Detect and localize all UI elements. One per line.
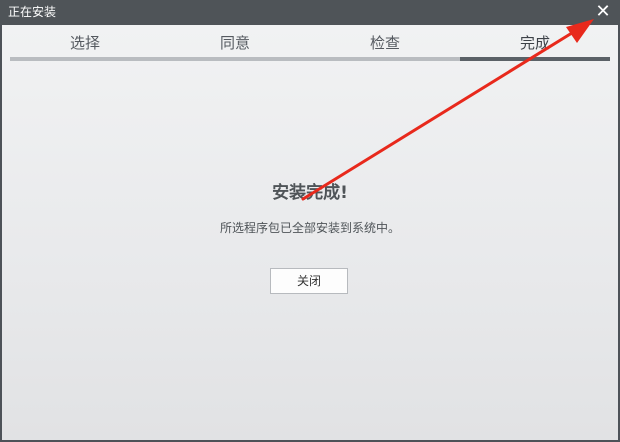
step-check: 检查	[310, 25, 460, 61]
step-complete: 完成	[460, 25, 610, 61]
close-icon[interactable]: ✕	[593, 2, 613, 22]
step-progress-bar	[160, 57, 310, 61]
step-progress-bar	[10, 57, 160, 61]
step-label: 同意	[219, 34, 250, 52]
completion-heading: 安装完成!	[272, 183, 348, 203]
installer-content: 选择 同意 检查 完成 安装完成! 所选程序包已全部安装到系统中。 关闭	[2, 25, 618, 440]
step-label: 检查	[369, 34, 400, 52]
step-agree: 同意	[160, 25, 310, 61]
title-bar: 正在安装 ✕	[0, 0, 620, 25]
window-title: 正在安装	[8, 5, 57, 19]
step-select: 选择	[10, 25, 160, 61]
step-progress-bar	[310, 57, 460, 61]
step-tabs: 选择 同意 检查 完成	[10, 25, 610, 61]
step-label: 选择	[69, 34, 100, 52]
completion-message: 所选程序包已全部安装到系统中。	[219, 221, 400, 235]
step-label: 完成	[519, 34, 550, 52]
close-button[interactable]: 关闭	[270, 268, 348, 294]
step-progress-bar	[460, 57, 610, 61]
